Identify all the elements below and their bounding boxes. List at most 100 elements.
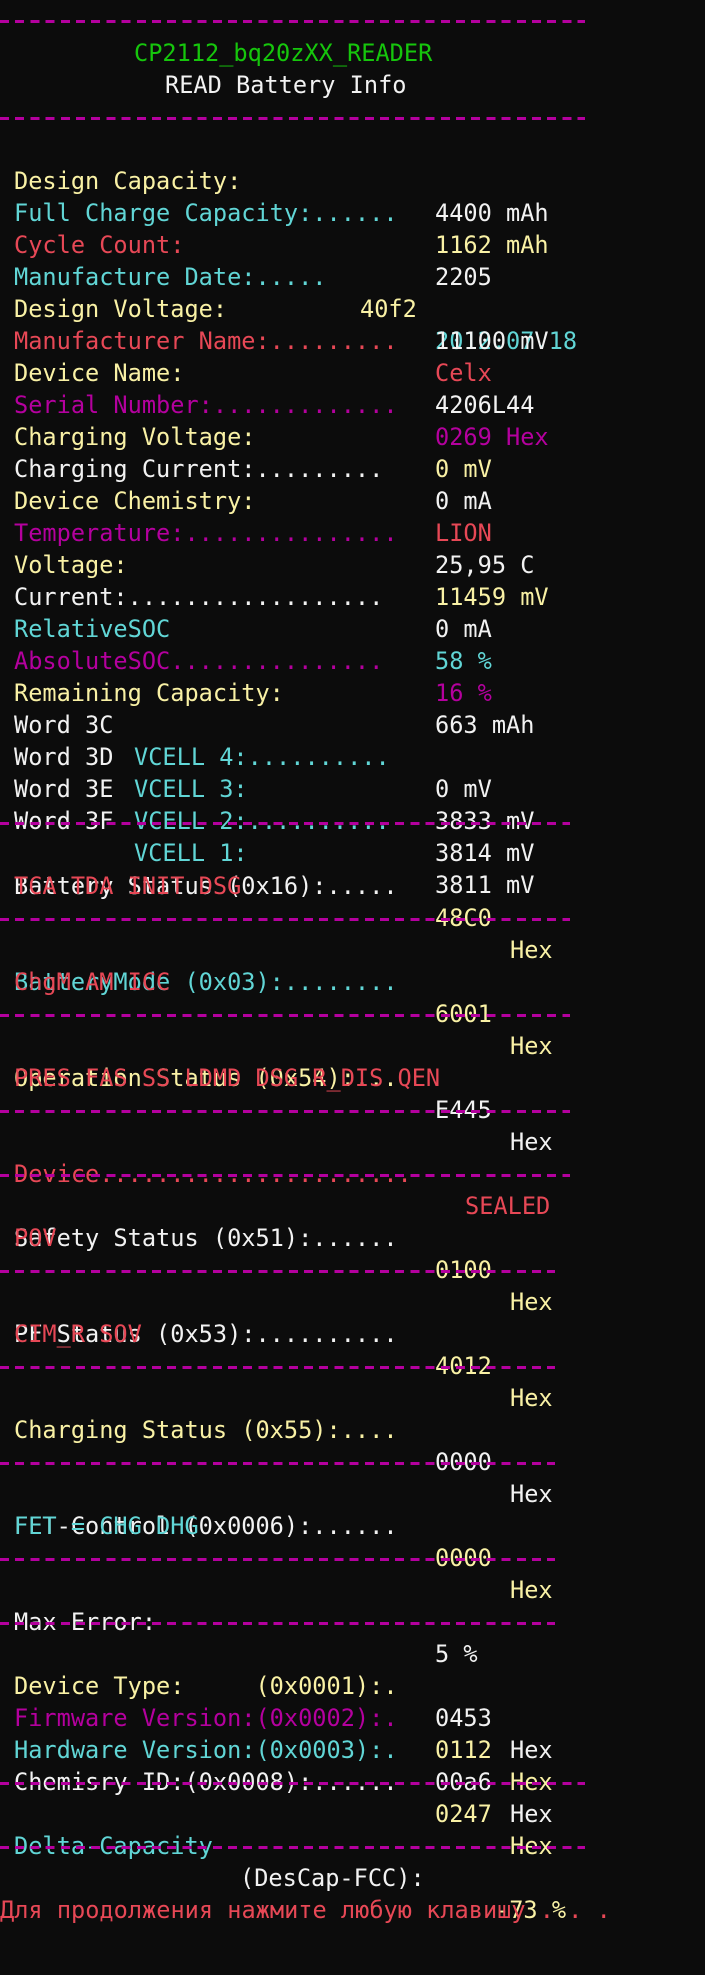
vcell-2-label: VCELL 2:.......... bbox=[134, 807, 390, 835]
chemistry-id-row: Chemisry ID:(0x0008):...... 0247 Hex bbox=[0, 1734, 553, 1860]
voltage-value: 11459 mV bbox=[435, 583, 549, 611]
safety-status-unit: Hex bbox=[510, 1288, 553, 1316]
delta-capacity-row: Delta-Capacity (DesCap-FCC): -73 % bbox=[0, 1798, 566, 1924]
device-state-row: Device...................... SEALED bbox=[0, 1126, 550, 1220]
device-chemistry-row: Device Chemistry: LION bbox=[0, 453, 492, 547]
current-label: Current:.................. bbox=[14, 583, 384, 611]
device-type-label: Device Type: (0x0001):. bbox=[14, 1672, 398, 1700]
battery-status-row: Battery Status (0x16):..... 48C0 Hex bbox=[0, 838, 553, 964]
charging-status-label: Charging Status (0x55):.... bbox=[14, 1416, 398, 1444]
hardware-version-unit: Hex bbox=[510, 1800, 553, 1828]
full-charge-value: 1162 mAh bbox=[435, 231, 549, 259]
vcell-1-row: Word 3F VCELL 1: 3811 mV bbox=[0, 773, 534, 899]
current-row: Current:.................. 0 mA bbox=[0, 549, 492, 643]
temperature-value: 25,95 C bbox=[435, 551, 535, 579]
separator bbox=[0, 1110, 570, 1113]
charging-status-row: Charging Status (0x55):.... 0000 Hex bbox=[0, 1382, 553, 1508]
vcell-1-label: VCELL 1: bbox=[134, 839, 248, 867]
remaining-capacity-value: 663 mAh bbox=[435, 711, 535, 739]
absolute-soc-row: AbsoluteSOC............... 16 % bbox=[0, 613, 492, 707]
delta-capacity-formula: (DesCap-FCC): bbox=[240, 1864, 425, 1892]
relative-soc-row: RelativeSOC 58 % bbox=[0, 581, 492, 675]
manufacturer-name-value: Celx bbox=[435, 359, 492, 387]
device-type-value: 0453 bbox=[435, 1704, 492, 1732]
charging-voltage-row: Charging Voltage: 0 mV bbox=[0, 389, 492, 483]
app-title: CP2112_bq20zXX_READER bbox=[134, 39, 433, 67]
battery-mode-flags: ChgM AM ICC bbox=[14, 968, 171, 996]
separator bbox=[0, 1174, 570, 1177]
device-name-value: 4206L44 bbox=[435, 391, 535, 419]
vcell-3-value: 3833 mV bbox=[435, 807, 535, 835]
temperature-row: Temperature:............... 25,95 C bbox=[0, 485, 534, 579]
vcell-3-label: VCELL 3: bbox=[134, 775, 248, 803]
manufacturer-name-row: Manufacturer Name:......... Celx bbox=[0, 293, 492, 387]
device-chemistry-value: LION bbox=[435, 519, 492, 547]
device-type-row: Device Type: (0x0001):. 0453 Hex bbox=[0, 1638, 553, 1764]
separator bbox=[0, 117, 585, 120]
page-subtitle: READ Battery Info bbox=[165, 71, 407, 99]
vcell-2-row: Word 3E VCELL 2:.......... 3814 mV bbox=[0, 741, 534, 867]
vcell-1-value: 3811 mV bbox=[435, 871, 535, 899]
device-type-unit: Hex bbox=[510, 1736, 553, 1764]
charging-current-row: Charging Current:......... 0 mA bbox=[0, 421, 492, 515]
pf-status-row: PF Status (0x53):.......... 4012 Hex bbox=[0, 1286, 553, 1412]
serial-number-value: 0269 Hex bbox=[435, 423, 549, 451]
serial-number-row: Serial Number:............. 0269 Hex bbox=[0, 357, 549, 451]
separator bbox=[0, 918, 570, 921]
separator bbox=[0, 20, 585, 23]
max-error-row: Max Error: 5 % bbox=[0, 1574, 478, 1668]
serial-number-label: Serial Number:............. bbox=[14, 391, 398, 419]
separator bbox=[0, 1622, 555, 1625]
battery-mode-row: BatteryMode (0x03):........ 6001 Hex bbox=[0, 934, 553, 1060]
manufacturer-name-label: Manufacturer Name:......... bbox=[14, 327, 398, 355]
pf-status-flags: CIM_R SOV bbox=[14, 1320, 142, 1348]
fet-control-flags: FET = CHG DHG bbox=[14, 1512, 199, 1540]
design-capacity-row: Design Capacity: 4400 mAh bbox=[0, 133, 549, 227]
cycle-count-value: 2205 bbox=[435, 263, 492, 291]
separator bbox=[0, 1270, 555, 1273]
manufacture-date-row: Manufacture Date:..... 40f2 2012.07.18 bbox=[0, 229, 577, 355]
remaining-capacity-row: Remaining Capacity: 663 mAh bbox=[0, 645, 534, 739]
firmware-version-row: Firmware Version:(0x0002):. 0112 Hex bbox=[0, 1670, 553, 1796]
vcell-4-row: Word 3C VCELL 4:.......... 0 mV bbox=[0, 677, 492, 803]
charging-current-label: Charging Current:......... bbox=[14, 455, 384, 483]
vcell-4-label: VCELL 4:.......... bbox=[134, 743, 390, 771]
relative-soc-value: 58 % bbox=[435, 647, 492, 675]
separator bbox=[0, 1846, 585, 1849]
device-name-row: Device Name: 4206L44 bbox=[0, 325, 534, 419]
hardware-version-label: Hardware Version:(0x0003):. bbox=[14, 1736, 398, 1764]
battery-status-flags: TCA TDA INIT DSG bbox=[14, 872, 242, 900]
operation-status-flags: PRES FAS SS LDMD DSG R_DIS QEN bbox=[14, 1064, 441, 1092]
absolute-soc-value: 16 % bbox=[435, 679, 492, 707]
full-charge-label: Full Charge Capacity:...... bbox=[14, 199, 398, 227]
battery-status-unit: Hex bbox=[510, 936, 553, 964]
voltage-row: Voltage: 11459 mV bbox=[0, 517, 549, 611]
separator bbox=[0, 1366, 555, 1369]
safety-status-label: Safety Status (0x51):...... bbox=[14, 1224, 398, 1252]
separator bbox=[0, 1558, 555, 1561]
full-charge-row: Full Charge Capacity:...... 1162 mAh bbox=[0, 165, 549, 259]
safety-status-flags: POV bbox=[14, 1224, 57, 1252]
manufacture-date-raw: 40f2 bbox=[360, 295, 417, 323]
battery-mode-unit: Hex bbox=[510, 1032, 553, 1060]
cycle-count-row: Cycle Count: 2205 bbox=[0, 197, 492, 291]
absolute-soc-label: AbsoluteSOC............... bbox=[14, 647, 384, 675]
pf-status-unit: Hex bbox=[510, 1384, 553, 1412]
design-capacity-value: 4400 mAh bbox=[435, 199, 549, 227]
separator bbox=[0, 1782, 585, 1785]
vcell-3-row: Word 3D VCELL 3: 3833 mV bbox=[0, 709, 534, 835]
charging-current-value: 0 mA bbox=[435, 487, 492, 515]
manufacture-date-label: Manufacture Date:..... bbox=[14, 263, 327, 291]
vcell-4-value: 0 mV bbox=[435, 775, 492, 803]
console-window[interactable]: CP2112_bq20zXX_READER READ Battery Info … bbox=[0, 0, 705, 1975]
charging-voltage-value: 0 mV bbox=[435, 455, 492, 483]
fet-control-unit: Hex bbox=[510, 1576, 553, 1604]
fet-control-row: FET-Control (0x0006):...... 0000 Hex bbox=[0, 1478, 553, 1604]
continue-prompt[interactable]: Для продолжения нажмите любую клавишу . … bbox=[0, 1894, 611, 1926]
temperature-label: Temperature:............... bbox=[14, 519, 398, 547]
chemistry-id-value: 0247 bbox=[435, 1800, 492, 1828]
hardware-version-row: Hardware Version:(0x0003):. 00a6 Hex bbox=[0, 1702, 553, 1828]
separator bbox=[0, 1014, 570, 1017]
separator bbox=[0, 1462, 555, 1465]
firmware-version-label: Firmware Version:(0x0002):. bbox=[14, 1704, 398, 1732]
